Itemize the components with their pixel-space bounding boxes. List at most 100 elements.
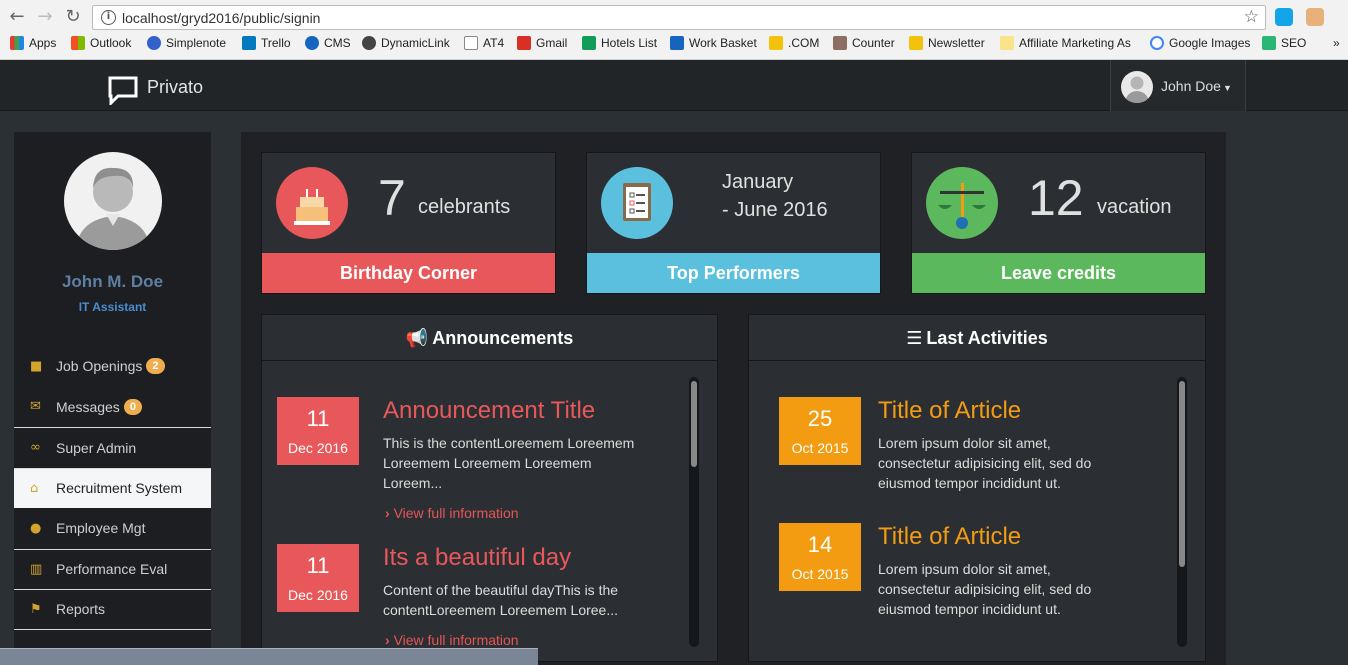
bookmarks-overflow-button[interactable]: » — [1333, 36, 1340, 50]
link-label: View full information — [393, 632, 519, 648]
bookmarks-bar: Apps Outlook Simplenote Trello CMS Dynam… — [0, 34, 1348, 56]
sidebar-item-super-admin[interactable]: ∞ Super Admin — [14, 427, 211, 468]
bookmark-apps[interactable]: Apps — [10, 36, 56, 50]
bookmark-gmail[interactable]: Gmail — [517, 36, 567, 50]
last-activities-panel: ☰ Last Activities 25 Oct 2015 Title of Ar… — [748, 314, 1206, 662]
profile-name: John M. Doe — [61, 272, 164, 291]
bookmark-star-icon[interactable]: ☆ — [1244, 7, 1259, 27]
birthday-corner-link[interactable]: Birthday Corner — [262, 253, 555, 293]
user-name[interactable]: John Doe ▼ — [1161, 78, 1232, 94]
glasses-icon: ∞ — [30, 440, 41, 456]
top-performers-link[interactable]: Top Performers — [587, 253, 880, 293]
count-badge: 2 — [146, 358, 165, 375]
bookmark-dynamiclink[interactable]: DynamicLink — [362, 36, 450, 50]
announcements-scrollbar[interactable] — [689, 377, 699, 647]
user-menu[interactable]: John Doe ▼ — [1110, 60, 1246, 111]
skype-extension-icon[interactable] — [1275, 8, 1293, 26]
announcement-title[interactable]: Announcement Title — [383, 397, 643, 425]
scrollbar-thumb[interactable] — [691, 381, 697, 467]
bar-chart-icon: ▥ — [30, 561, 43, 577]
sidebar-item-label: Recruitment System — [56, 480, 183, 497]
activity-body: Lorem ipsum dolor sit amet, consectetur … — [878, 435, 1092, 491]
home-icon: ⌂ — [30, 480, 39, 496]
activity-content: Title of Article Lorem ipsum dolor sit a… — [878, 397, 1108, 493]
date-badge: 14 Oct 2015 — [779, 523, 861, 591]
sidebar-item-recruitment-system[interactable]: ⌂ Recruitment System — [14, 467, 211, 508]
scrollbar-thumb[interactable] — [1179, 381, 1185, 567]
sidebar-item-job-openings[interactable]: ■ Job Openings 2 — [14, 346, 211, 387]
leave-label: vacation — [1097, 196, 1172, 218]
date-day: 25 — [807, 406, 833, 431]
activity-title[interactable]: Title of Article — [878, 397, 1108, 425]
bookmark-cms[interactable]: CMS — [305, 36, 351, 50]
sidebar-item-employee-mgt[interactable]: ● Employee Mgt — [14, 508, 211, 549]
bookmark-seo[interactable]: SEO — [1262, 36, 1306, 50]
activity-content: Title of Article Lorem ipsum dolor sit a… — [878, 523, 1108, 619]
sidebar-item-messages[interactable]: ✉ Messages 0 — [14, 387, 211, 428]
view-full-link[interactable]: › View full information — [385, 632, 519, 648]
scales-icon — [926, 167, 998, 239]
leave-credits-card[interactable]: 12 vacation Leave credits — [911, 152, 1206, 294]
sidebar: John M. Doe IT Assistant ■ Job Openings 2 … — [14, 132, 211, 665]
celebrant-label: celebrants — [418, 196, 511, 218]
activities-header: ☰ Last Activities — [749, 315, 1205, 361]
panel-title: Announcements — [432, 328, 574, 348]
back-icon[interactable]: ← — [6, 6, 28, 28]
leave-credits-link[interactable]: Leave credits — [912, 253, 1205, 293]
sidebar-item-reports[interactable]: ⚑ Reports — [14, 589, 211, 630]
bookmark-com[interactable]: .COM — [769, 36, 819, 50]
announcement-body: This is the contentLoreemem Loreemem Lor… — [383, 435, 635, 491]
activity-body: Lorem ipsum dolor sit amet, consectetur … — [878, 561, 1092, 617]
bookmark-affiliate-marketing[interactable]: Affiliate Marketing As — [1000, 36, 1131, 50]
reload-icon[interactable]: ↻ — [62, 6, 84, 28]
bullhorn-icon: 📢 — [405, 328, 429, 349]
birthday-card[interactable]: 7 celebrants Birthday Corner — [261, 152, 556, 294]
url-text[interactable]: localhost/gryd2016/public/signin — [122, 10, 320, 26]
chevron-right-icon: › — [385, 632, 390, 648]
bookmark-counter[interactable]: Counter — [833, 36, 895, 50]
sidebar-item-label: Messages — [56, 398, 120, 415]
bookmark-trello[interactable]: Trello — [242, 36, 291, 50]
bookmark-work-basket[interactable]: Work Basket — [670, 36, 757, 50]
clipboard-icon — [601, 167, 673, 239]
period-start: January — [722, 171, 794, 193]
date-day: 11 — [306, 553, 330, 578]
top-performers-card[interactable]: January - June 2016 Top Performers — [586, 152, 881, 294]
info-icon[interactable]: i — [101, 10, 116, 25]
caret-down-icon: ▼ — [1222, 83, 1232, 93]
list-icon: ☰ — [906, 328, 923, 349]
sidebar-item-label: Performance Eval — [56, 561, 168, 578]
bookmark-newsletter[interactable]: Newsletter — [909, 36, 985, 50]
date-month: Dec 2016 — [288, 440, 348, 456]
view-full-link[interactable]: › View full information — [385, 505, 519, 521]
date-month: Dec 2016 — [288, 587, 348, 603]
bookmark-outlook[interactable]: Outlook — [71, 36, 131, 50]
briefcase-icon: ■ — [30, 358, 43, 374]
main-content: 7 celebrants Birthday Corner January - J… — [241, 132, 1226, 665]
date-badge: 25 Oct 2015 — [779, 397, 861, 465]
activities-scrollbar[interactable] — [1177, 377, 1187, 647]
address-bar[interactable]: i localhost/gryd2016/public/signin ☆ — [92, 5, 1266, 30]
chat-logo-icon[interactable] — [108, 75, 138, 105]
flag-icon: ⚑ — [30, 601, 42, 617]
sidebar-item-label: Job Openings — [56, 358, 143, 375]
date-month: Oct 2015 — [791, 566, 849, 582]
date-badge: 11 Dec 2016 — [277, 544, 359, 612]
chevron-right-icon: › — [385, 505, 390, 521]
link-label: View full information — [393, 505, 519, 521]
brand-name[interactable]: Privato — [147, 77, 203, 98]
cake-icon — [276, 167, 348, 239]
extension-icon[interactable] — [1306, 8, 1324, 26]
bookmark-simplenote[interactable]: Simplenote — [147, 36, 226, 50]
sidebar-item-performance-eval[interactable]: ▥ Performance Eval — [14, 548, 211, 590]
sidebar-item-label: Reports — [56, 601, 106, 618]
bookmark-google-images[interactable]: Google Images — [1150, 36, 1250, 50]
bookmark-at4[interactable]: AT4 — [464, 36, 504, 50]
activity-title[interactable]: Title of Article — [878, 523, 1108, 551]
profile-role: IT Assistant — [78, 300, 147, 314]
announcement-title[interactable]: Its a beautiful day — [383, 544, 643, 572]
period-end: - June 2016 — [722, 199, 828, 221]
bookmark-hotels-list[interactable]: Hotels List — [582, 36, 657, 50]
sidebar-item-label: Employee Mgt — [56, 520, 146, 537]
forward-icon[interactable]: → — [34, 6, 56, 28]
